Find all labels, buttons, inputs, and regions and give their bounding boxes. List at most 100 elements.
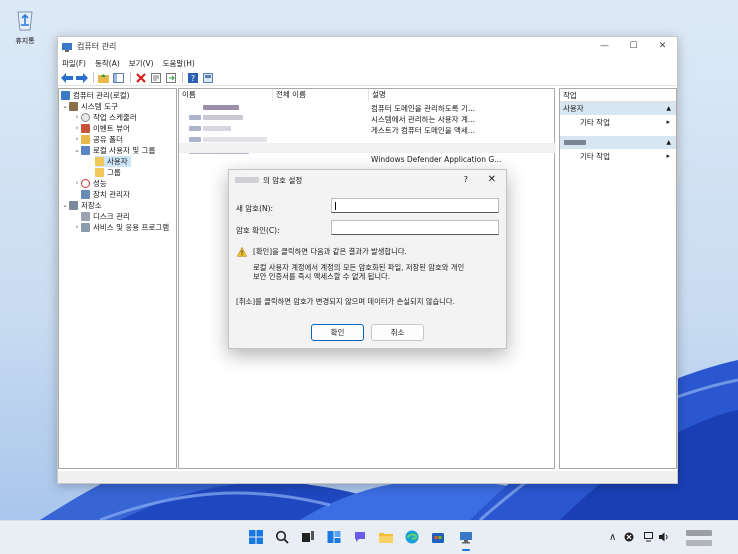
mmc-view-icon[interactable] — [201, 72, 214, 84]
column-header-full-name[interactable]: 전체 이름 — [273, 89, 369, 101]
store-icon[interactable] — [430, 529, 446, 545]
redacted-user-name — [203, 137, 267, 142]
tree-label: 컴퓨터 관리(로컬) — [73, 91, 130, 100]
actions-section-selected-user[interactable]: ▲ — [560, 136, 676, 149]
volume-icon[interactable] — [659, 532, 670, 545]
recycle-bin-shortcut[interactable]: 휴지통 — [8, 8, 42, 46]
help-button[interactable]: ? — [464, 170, 468, 190]
chevron-right-icon[interactable]: › — [73, 123, 81, 134]
cancel-button[interactable]: 취소 — [371, 324, 424, 341]
column-header-name[interactable]: 이름 — [179, 89, 273, 101]
tree-item-disk-management[interactable]: 디스크 관리 — [81, 211, 130, 222]
chevron-down-icon[interactable]: ⌄ — [73, 145, 81, 156]
dialog-title: 의 암호 설정 — [263, 175, 303, 185]
disk-icon — [81, 212, 90, 221]
redacted-user-name — [203, 126, 231, 131]
warning-icon — [236, 246, 248, 257]
back-arrow-icon[interactable] — [60, 72, 73, 84]
file-explorer-icon[interactable] — [378, 529, 394, 545]
tree-item-services-apps[interactable]: › 서비스 및 응용 프로그램 — [73, 222, 169, 233]
tree-item-users[interactable]: 사용자 — [95, 156, 131, 167]
toolbar-separator — [130, 72, 131, 83]
clock-icon — [81, 113, 90, 122]
chevron-right-icon[interactable]: › — [73, 178, 81, 189]
redacted-user-icon — [189, 115, 201, 120]
maximize-button[interactable]: ☐ — [619, 37, 648, 56]
tree-label: 그룹 — [107, 168, 121, 177]
chevron-right-icon[interactable]: › — [73, 222, 81, 233]
tree-label: 작업 스케줄러 — [93, 113, 137, 122]
tray-chevron-up-icon[interactable]: ∧ — [609, 532, 616, 543]
tree-label: 시스템 도구 — [81, 102, 118, 111]
delete-icon[interactable] — [134, 72, 147, 84]
actions-pane: 작업 사용자 ▲ 기타 작업 ▸ ▲ 기타 작업 ▸ — [559, 88, 677, 469]
actions-more-actions[interactable]: 기타 작업 ▸ — [560, 115, 676, 130]
list-item-description: 시스템에서 관리하는 사용자 계... — [371, 115, 476, 124]
widgets-icon[interactable] — [326, 529, 342, 545]
tree-item-groups[interactable]: 그룹 — [95, 167, 121, 178]
taskbar: ∧ — [0, 520, 738, 554]
redacted-user-name — [564, 140, 586, 145]
menu-view[interactable]: 보기(V) — [129, 58, 154, 69]
tree-label: 서비스 및 응용 프로그램 — [93, 223, 170, 232]
menu-file[interactable]: 파일(F) — [62, 58, 86, 69]
up-folder-icon[interactable] — [97, 72, 110, 84]
minimize-button[interactable]: — — [590, 37, 619, 56]
column-header-description[interactable]: 설명 — [369, 89, 556, 101]
actions-item-label: 기타 작업 — [580, 152, 610, 161]
network-icon[interactable] — [644, 532, 655, 545]
task-view-icon[interactable] — [300, 529, 316, 545]
search-icon[interactable] — [274, 529, 290, 545]
chevron-down-icon[interactable]: ⌄ — [61, 101, 69, 112]
help-icon[interactable]: ? — [186, 72, 199, 84]
actions-more-actions[interactable]: 기타 작업 ▸ — [560, 149, 676, 164]
new-password-field[interactable] — [331, 198, 499, 213]
start-button-icon[interactable] — [248, 529, 264, 545]
recycle-bin-icon — [14, 8, 36, 32]
confirm-password-field[interactable] — [331, 220, 499, 235]
tree-label: 디스크 관리 — [93, 212, 130, 221]
tree-label: 공유 폴더 — [93, 135, 123, 144]
warning-detail-line2: 보안 인증서를 즉시 액세스할 수 없게 됩니다. — [253, 272, 391, 281]
storage-icon — [69, 201, 78, 210]
chevron-right-icon[interactable]: › — [73, 112, 81, 123]
edge-browser-icon[interactable] — [404, 529, 420, 545]
dialog-close-button[interactable]: ✕ — [488, 170, 496, 190]
tree-item-device-manager[interactable]: 장치 관리자 — [81, 189, 130, 200]
actions-section-users[interactable]: 사용자 ▲ — [560, 102, 676, 115]
tree-item-event-viewer[interactable]: › 이벤트 뷰어 — [73, 123, 130, 134]
menu-action[interactable]: 동작(A) — [95, 58, 120, 69]
redacted-clock-date — [686, 540, 712, 546]
redacted-user-icon — [189, 137, 201, 142]
export-list-icon[interactable] — [164, 72, 177, 84]
tree-item-storage[interactable]: ⌄ 저장소 — [61, 200, 102, 211]
active-indicator — [462, 549, 470, 551]
redacted-user-name — [203, 105, 239, 110]
dialog-title-bar[interactable]: 의 암호 설정 ? ✕ — [229, 170, 506, 190]
chevron-right-icon[interactable]: › — [73, 134, 81, 145]
chevron-down-icon[interactable]: ⌄ — [61, 200, 69, 211]
properties-icon[interactable] — [149, 72, 162, 84]
forward-arrow-icon[interactable] — [75, 72, 88, 84]
ok-button[interactable]: 확인 — [311, 324, 364, 341]
tree-item-root[interactable]: 컴퓨터 관리(로컬) — [61, 90, 130, 101]
chat-icon[interactable] — [352, 529, 368, 545]
tree-label: 성능 — [93, 179, 107, 188]
menu-help[interactable]: 도움말(H) — [163, 58, 195, 69]
title-bar[interactable]: 컴퓨터 관리 — ☐ ✕ — [58, 37, 677, 56]
tree-item-local-users-groups[interactable]: ⌄ 로컬 사용자 및 그룹 — [73, 145, 155, 156]
tree-item-task-scheduler[interactable]: › 작업 스케줄러 — [73, 112, 137, 123]
show-hide-tree-icon[interactable] — [112, 72, 125, 84]
event-viewer-icon — [81, 124, 90, 133]
list-item-description: 컴퓨터 도메인을 관리하도록 기... — [371, 104, 476, 113]
table-row-selected[interactable] — [179, 143, 556, 153]
computer-management-taskbar-icon[interactable] — [458, 529, 474, 551]
computer-management-icon — [62, 42, 72, 52]
redacted-user-icon — [189, 126, 201, 131]
tree-label: 로컬 사용자 및 그룹 — [93, 146, 156, 155]
tree-item-shared-folders[interactable]: › 공유 폴더 — [73, 134, 123, 145]
tree-item-performance[interactable]: › 성능 — [73, 178, 107, 189]
tree-item-system-tools[interactable]: ⌄ 시스템 도구 — [61, 101, 118, 112]
tray-app-icon[interactable] — [624, 532, 634, 545]
close-button[interactable]: ✕ — [648, 37, 677, 56]
